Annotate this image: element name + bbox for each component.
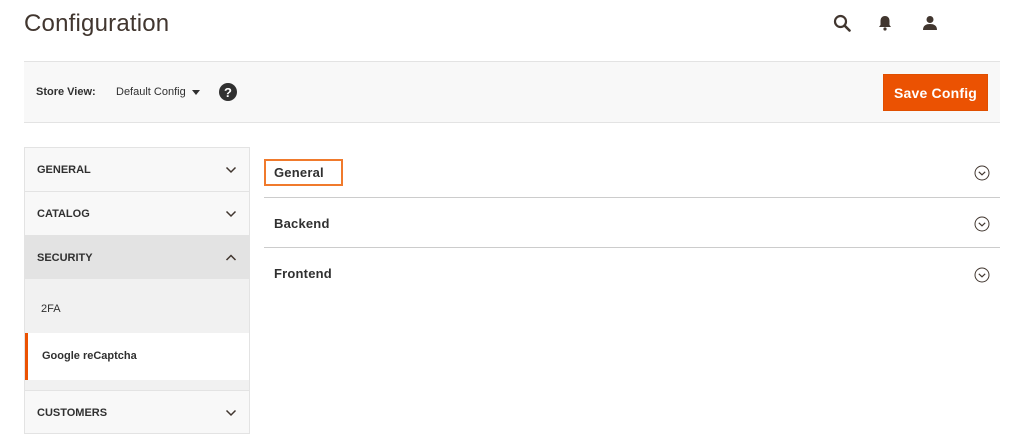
expand-circle-icon	[974, 216, 990, 232]
config-sidebar: GENERAL CATALOG SECURITY 2FA Google reCa…	[24, 147, 250, 434]
help-icon[interactable]: ?	[219, 83, 237, 101]
sidebar-item-label: 2FA	[41, 303, 61, 315]
chevron-down-icon	[225, 210, 237, 218]
sidebar-item-label: Google reCaptcha	[42, 350, 137, 362]
chevron-down-icon	[225, 166, 237, 174]
section-title: Frontend	[274, 266, 332, 281]
store-view-selected: Default Config	[116, 86, 186, 98]
sidebar-tab-label: GENERAL	[37, 164, 91, 176]
sidebar-tab-customers[interactable]: CUSTOMERS	[24, 390, 250, 434]
expand-circle-icon	[974, 165, 990, 181]
chevron-down-icon	[225, 409, 237, 417]
bell-icon[interactable]	[873, 12, 897, 34]
sidebar-item-google-recaptcha[interactable]: Google reCaptcha	[25, 333, 249, 380]
caret-down-icon	[191, 89, 200, 95]
store-view-switcher[interactable]: Default Config	[116, 86, 200, 98]
sidebar-item-2fa[interactable]: 2FA	[25, 279, 249, 333]
config-sections: General Backend Frontend	[264, 147, 1000, 298]
store-view-bar: Store View: Default Config ? Save Config	[24, 61, 1000, 123]
sidebar-tab-label: SECURITY	[37, 252, 93, 264]
sidebar-tab-label: CUSTOMERS	[37, 407, 108, 419]
page-title: Configuration	[24, 10, 170, 37]
sidebar-tab-general[interactable]: GENERAL	[24, 147, 250, 191]
section-title: Backend	[274, 216, 330, 231]
section-backend[interactable]: Backend	[264, 198, 1000, 248]
save-config-button[interactable]: Save Config	[883, 74, 988, 111]
sidebar-tab-label: CATALOG	[37, 208, 90, 220]
section-general[interactable]: General	[264, 147, 1000, 198]
search-icon[interactable]	[830, 12, 854, 34]
chevron-up-icon	[225, 254, 237, 261]
subitems-spacer	[25, 380, 249, 390]
section-frontend[interactable]: Frontend	[264, 248, 1000, 298]
sidebar-tab-security[interactable]: SECURITY	[24, 235, 250, 279]
section-title: General	[274, 165, 324, 180]
expand-circle-icon	[974, 267, 990, 283]
user-icon[interactable]	[918, 12, 942, 34]
store-view-label: Store View:	[36, 86, 96, 98]
header-actions	[830, 12, 942, 34]
security-subitems: 2FA Google reCaptcha	[24, 279, 250, 390]
sidebar-tab-catalog[interactable]: CATALOG	[24, 191, 250, 235]
